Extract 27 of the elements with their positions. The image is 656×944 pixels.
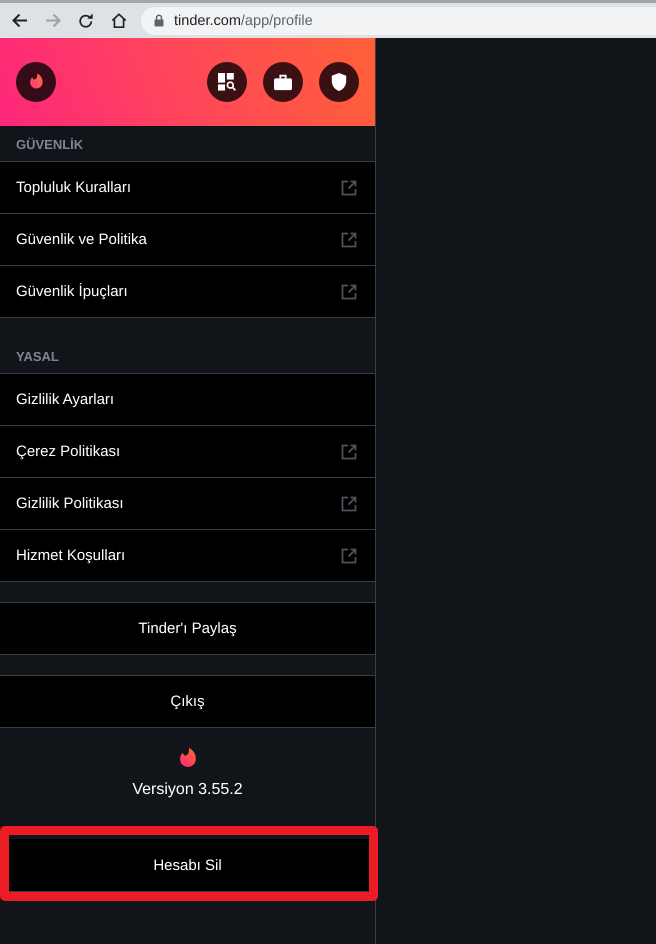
briefcase-icon xyxy=(274,73,292,91)
menu-item[interactable]: Güvenlik İpuçları xyxy=(0,266,375,318)
version-label: Versiyon 3.55.2 xyxy=(132,781,243,799)
section-heading: GÜVENLİK xyxy=(16,137,84,152)
menu-item[interactable]: Çerez Politikası xyxy=(0,426,375,478)
shield-icon xyxy=(330,73,348,91)
menu-item[interactable]: Topluluk Kuralları xyxy=(0,162,375,214)
shop-button[interactable] xyxy=(263,62,303,102)
menu-item[interactable]: Güvenlik ve Politika xyxy=(0,214,375,266)
arrow-right-icon xyxy=(45,13,61,28)
menu-item[interactable]: Gizlilik Ayarları xyxy=(0,374,375,426)
arrow-left-icon xyxy=(12,13,28,28)
menu-item[interactable]: Gizlilik Politikası xyxy=(0,478,375,530)
url-host: tinder.com xyxy=(174,12,241,28)
section-heading: YASAL xyxy=(16,349,59,364)
menu-button[interactable]: Çıkış xyxy=(0,675,375,728)
home-icon xyxy=(111,13,127,28)
flame-icon xyxy=(180,748,196,767)
flame-logo-icon xyxy=(16,62,56,102)
address-bar[interactable]: tinder.com/app/profile xyxy=(141,6,656,34)
safety-button[interactable] xyxy=(319,62,359,102)
menu-item[interactable]: Hizmet Koşulları xyxy=(0,530,375,582)
menu-button[interactable]: Tinder'ı Paylaş xyxy=(0,602,375,655)
grid-search-icon xyxy=(218,73,236,91)
url-path: /app/profile xyxy=(240,12,313,28)
explore-button[interactable] xyxy=(207,62,247,102)
reload-icon xyxy=(78,13,94,28)
